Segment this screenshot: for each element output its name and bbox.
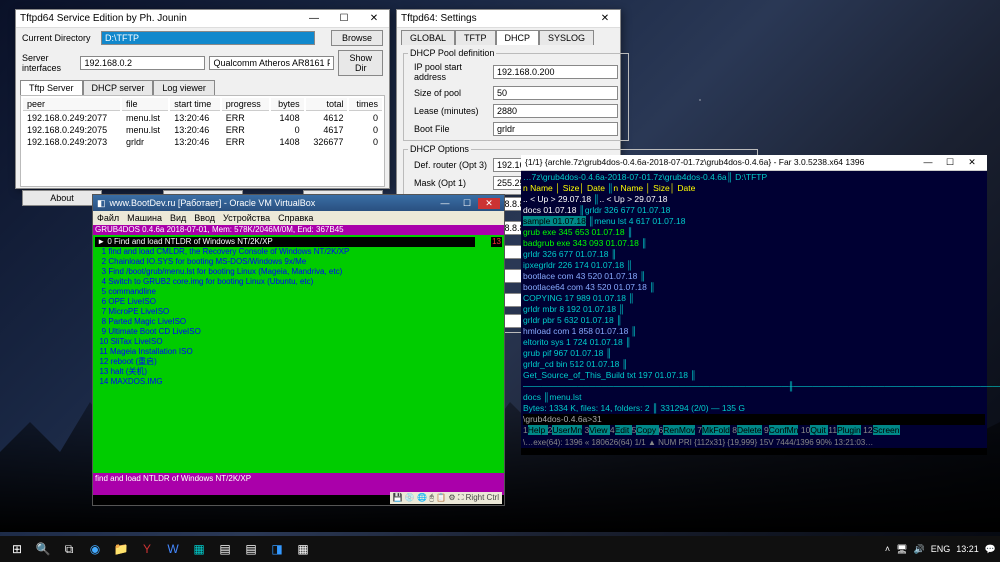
showdir-button[interactable]: Show Dir (338, 50, 383, 76)
table-row: 192.168.0.249:2077menu.lst13:20:46ERR140… (23, 113, 382, 123)
vbox-icon: ◧ (97, 198, 106, 209)
far-body[interactable]: …7z\grub4dos-0.4.6a-2018-07-01.7z\grub4d… (521, 171, 987, 437)
taskview-icon[interactable]: ⧉ (59, 539, 79, 559)
vbox-status-icons: 💾 💿 🌐 🖰 📋 ⚙ ⛶ (393, 493, 466, 502)
minimize-button[interactable]: — (303, 13, 325, 24)
tab-log-viewer[interactable]: Log viewer (153, 80, 215, 95)
vbox-statusbar: 💾 💿 🌐 🖰 📋 ⚙ ⛶ Right Ctrl (390, 492, 502, 504)
grub-header: GRUB4DOS 0.4.6a 2018-07-01, Mem: 578K/20… (93, 225, 504, 235)
virtualbox-window: ◧ www.BootDev.ru [Работает] - Oracle VM … (92, 194, 505, 506)
search-icon[interactable]: 🔍 (33, 539, 53, 559)
transfer-table: peerfilestart timeprogressbytestotaltime… (21, 96, 384, 149)
tab-tftp[interactable]: TFTP (455, 30, 496, 45)
far-icon[interactable]: ▦ (189, 539, 209, 559)
tab-dhcp-server[interactable]: DHCP server (83, 80, 154, 95)
explorer-icon[interactable]: 📁 (111, 539, 131, 559)
tray-notifications-icon[interactable]: 💬 (985, 544, 996, 555)
tray-volume-icon[interactable]: 🔊 (914, 544, 925, 555)
tab-tftp-server[interactable]: Tftp Server (20, 80, 83, 95)
dhcp-pool-fieldset: DHCP Pool definition IP pool start addre… (403, 48, 629, 141)
far-titlebar[interactable]: {1/1} {archle.7z\grub4dos-0.4.6a-2018-07… (521, 155, 987, 171)
vbox-titlebar[interactable]: ◧ www.BootDev.ru [Работает] - Oracle VM … (93, 195, 504, 211)
table-row: 192.168.0.249:2075menu.lst13:20:46ERR046… (23, 125, 382, 135)
tftpd-settings-titlebar[interactable]: Tftpd64: Settings ✕ (397, 10, 620, 28)
browser-icon[interactable]: Y (137, 539, 157, 559)
tftpd-main-titlebar[interactable]: Tftpd64 Service Edition by Ph. Jounin — … (16, 10, 389, 28)
tab-syslog[interactable]: SYSLOG (539, 30, 594, 45)
far-statusbar: \…exe(64): 1396 « 180626(64) 1/1 ▲ NUM P… (521, 437, 987, 448)
minimize-button[interactable]: — (917, 157, 939, 168)
maximize-button[interactable]: ☐ (333, 13, 355, 24)
word-icon[interactable]: W (163, 539, 183, 559)
vbox-icon[interactable]: ◨ (267, 539, 287, 559)
close-button[interactable]: ✕ (594, 13, 616, 24)
host-key-label: Right Ctrl (466, 493, 499, 502)
server-if-ip[interactable] (80, 56, 205, 70)
minimize-button[interactable]: — (434, 198, 456, 208)
about-button[interactable]: About (22, 190, 102, 206)
tray-monitor-icon[interactable]: 🖥 (896, 544, 907, 555)
windows-taskbar[interactable]: ⊞ 🔍 ⧉ ◉ 📁 Y W ▦ ▤ ▤ ◨ ▦ ˄ 🖥 🔊 ENG 13:21 … (0, 536, 1000, 562)
app-icon-2[interactable]: ▦ (293, 539, 313, 559)
tftpd-main-window: Tftpd64 Service Edition by Ph. Jounin — … (15, 9, 390, 189)
maximize-button[interactable]: ☐ (939, 157, 961, 168)
menu-help[interactable]: Справка (278, 213, 313, 223)
pool-size-input[interactable] (493, 86, 618, 100)
current-dir-label: Current Directory (22, 33, 97, 43)
menu-input[interactable]: Ввод (194, 213, 215, 223)
tftpd-main-title: Tftpd64 Service Edition by Ph. Jounin (20, 13, 303, 24)
far-title: {1/1} {archle.7z\grub4dos-0.4.6a-2018-07… (525, 157, 917, 168)
tab-dhcp[interactable]: DHCP (496, 30, 540, 45)
tftpd-settings-icon[interactable]: ▤ (241, 539, 261, 559)
table-row: 192.168.0.249:2073grldr13:20:46ERR140832… (23, 137, 382, 147)
far-manager-window: {1/1} {archle.7z\grub4dos-0.4.6a-2018-07… (521, 155, 987, 455)
grub-console[interactable]: GRUB4DOS 0.4.6a 2018-07-01, Mem: 578K/20… (93, 225, 504, 495)
server-if-nic[interactable] (209, 56, 334, 70)
start-button[interactable]: ⊞ (7, 539, 27, 559)
lease-input[interactable] (493, 104, 618, 118)
tftpd-settings-title: Tftpd64: Settings (401, 13, 594, 24)
server-if-label: Server interfaces (22, 53, 76, 73)
tftpd-tabs: Tftp Server DHCP server Log viewer (16, 78, 389, 95)
close-button[interactable]: ✕ (478, 198, 500, 209)
close-button[interactable]: ✕ (961, 157, 983, 168)
boot-file-input[interactable] (493, 122, 618, 136)
browse-button[interactable]: Browse (331, 30, 383, 46)
current-dir-input[interactable] (101, 31, 315, 45)
maximize-button[interactable]: ☐ (456, 198, 478, 209)
menu-file[interactable]: Файл (97, 213, 119, 223)
menu-machine[interactable]: Машина (127, 213, 162, 223)
tab-global[interactable]: GLOBAL (401, 30, 455, 45)
tray-clock[interactable]: 13:21 (956, 544, 979, 554)
menu-view[interactable]: Вид (170, 213, 186, 223)
vbox-menubar: Файл Машина Вид Ввод Устройства Справка (93, 211, 504, 225)
vbox-title: www.BootDev.ru [Работает] - Oracle VM Vi… (106, 198, 434, 208)
close-button[interactable]: ✕ (363, 13, 385, 24)
tray-chevron-icon[interactable]: ˄ (885, 544, 890, 554)
tray-lang[interactable]: ENG (931, 544, 951, 554)
menu-devices[interactable]: Устройства (223, 213, 270, 223)
tftpd-icon[interactable]: ▤ (215, 539, 235, 559)
app-icon[interactable]: ◉ (85, 539, 105, 559)
ip-start-input[interactable] (493, 65, 618, 79)
